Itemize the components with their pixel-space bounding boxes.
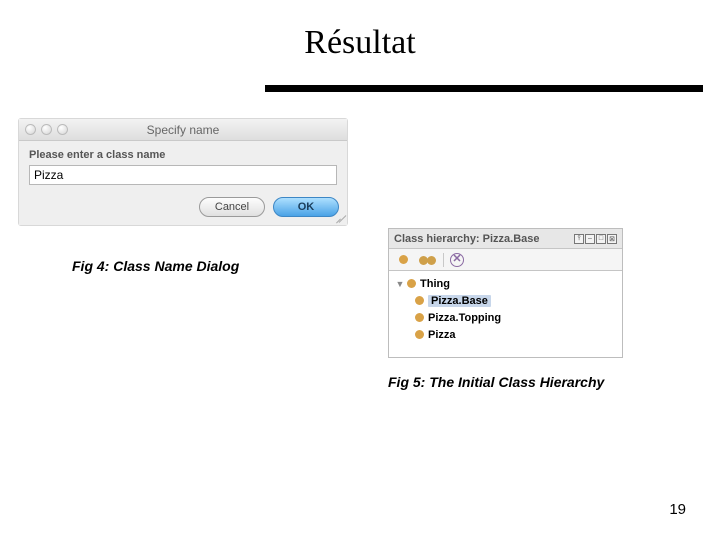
minimize-icon[interactable]: – — [585, 234, 595, 244]
dialog-titlebar[interactable]: Specify name — [19, 119, 347, 141]
close-icon[interactable]: ⊠ — [607, 234, 617, 244]
dialog-body: Please enter a class name — [19, 141, 347, 191]
class-icon — [415, 313, 424, 322]
tree-disclosure-icon[interactable]: ▼ — [395, 279, 405, 289]
tree-row[interactable]: Pizza.Base — [395, 292, 616, 309]
class-icon — [407, 279, 416, 288]
panel-title-prefix: Class hierarchy: — [394, 233, 483, 245]
panel-title: Class hierarchy: Pizza.Base — [394, 233, 540, 245]
panel-title-class: Pizza.Base — [483, 233, 540, 245]
dialog-footer: Cancel OK — [19, 191, 347, 225]
panel-window-controls[interactable]: ⫯ – □ ⊠ — [574, 234, 617, 244]
fig4-caption: Fig 4: Class Name Dialog — [72, 258, 239, 274]
cancel-button[interactable]: Cancel — [199, 197, 265, 217]
ok-button[interactable]: OK — [273, 197, 339, 217]
page-title: Résultat — [0, 24, 720, 62]
tree-label: Thing — [420, 278, 450, 290]
resize-grip-icon[interactable] — [333, 211, 345, 223]
tree-row[interactable]: Pizza — [395, 326, 616, 343]
dialog-title: Specify name — [19, 123, 347, 137]
page-number: 19 — [669, 501, 686, 518]
class-icon — [415, 296, 424, 305]
delete-class-button[interactable]: ✕ — [450, 253, 464, 267]
tree-row-root[interactable]: ▼ Thing — [395, 275, 616, 292]
class-name-dialog: Specify name Please enter a class name C… — [18, 118, 348, 226]
maximize-icon[interactable]: □ — [596, 234, 606, 244]
heading-rule — [265, 85, 703, 92]
class-hierarchy-panel: Class hierarchy: Pizza.Base ⫯ – □ ⊠ ✕ ▼ … — [388, 228, 623, 358]
panel-toolbar: ✕ — [389, 249, 622, 271]
panel-titlebar: Class hierarchy: Pizza.Base ⫯ – □ ⊠ — [389, 229, 622, 249]
fig5-caption: Fig 5: The Initial Class Hierarchy — [388, 374, 604, 390]
class-name-input[interactable] — [29, 165, 337, 185]
tree-label: Pizza.Topping — [428, 312, 501, 324]
toolbar-separator — [443, 253, 444, 267]
tree-row[interactable]: Pizza.Topping — [395, 309, 616, 326]
class-tree: ▼ Thing Pizza.Base Pizza.Topping Pizza — [389, 271, 622, 357]
tree-label: Pizza — [428, 329, 456, 341]
input-label: Please enter a class name — [29, 149, 337, 161]
pin-icon[interactable]: ⫯ — [574, 234, 584, 244]
add-subclass-button[interactable] — [395, 252, 413, 268]
add-sibling-button[interactable] — [419, 252, 437, 268]
tree-label: Pizza.Base — [428, 295, 491, 307]
class-icon — [415, 330, 424, 339]
